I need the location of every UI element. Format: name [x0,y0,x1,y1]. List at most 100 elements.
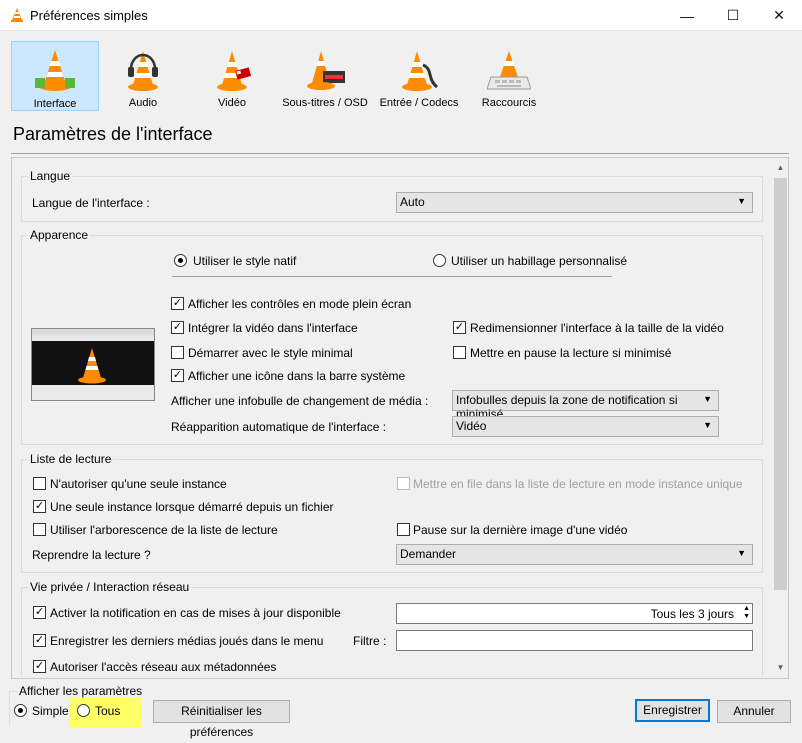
cb-systray-icon-label: Afficher une icône dans la barre système [188,369,406,383]
chevron-down-icon: ▼ [703,420,712,430]
preview-menubar [32,335,154,341]
audio-headphones-cone-icon [128,51,158,91]
panel-title: Paramètres de l'interface [13,124,213,144]
language-value: Auto [400,195,425,209]
chevron-down-icon: ▼ [737,196,746,206]
scrollbar-thumb[interactable] [774,178,787,590]
media-popup-select[interactable]: Infobulles depuis la zone de notificatio… [452,390,719,421]
category-codecs[interactable]: Entrée / Codecs [373,41,465,111]
cb-embed-video[interactable]: ✓ [171,321,184,334]
cancel-button[interactable]: Annuler [717,700,791,723]
filter-input[interactable] [396,630,753,651]
cb-resize-interface-label: Redimensionner l'interface à la taille d… [470,321,724,335]
radio-show-all-label: Tous [95,704,121,718]
resume-playback-label: Reprendre la lecture ? [32,548,151,562]
group-title-apparence: Apparence [28,228,91,242]
category-label: Entrée / Codecs [379,97,459,109]
chevron-down-icon: ▼ [737,548,746,558]
cb-network-metadata[interactable]: ✓ [33,660,46,673]
cb-update-notification-label: Activer la notification en cas de mises … [50,606,341,620]
category-label: Sous-titres / OSD [282,97,368,109]
cb-systray-icon[interactable]: ✓ [171,369,184,382]
cb-one-instance[interactable] [33,477,46,490]
radio-show-simple-label: Simple [32,704,69,718]
radio-show-all[interactable] [77,704,90,717]
cb-pause-minimized[interactable] [453,346,466,359]
category-subtitles[interactable]: Sous-titres / OSD [279,41,371,111]
minimize-icon: — [680,7,694,24]
spinbox-arrows-icon[interactable]: ▲ ▼ [743,605,750,621]
cb-update-notification[interactable]: ✓ [33,606,46,619]
language-label: Langue de l'interface : [32,196,150,210]
minimize-button[interactable]: — [664,0,710,31]
auto-raise-value: Vidéo [456,419,487,433]
category-video[interactable]: Vidéo [188,41,276,111]
close-button[interactable]: ✕ [756,0,802,31]
native-style-preview-image [31,328,155,401]
cb-resize-interface[interactable]: ✓ [453,321,466,334]
vlc-cone-icon [78,348,106,384]
cb-minimal-style-label: Démarrer avec le style minimal [188,346,353,360]
cb-save-recent-media[interactable]: ✓ [33,634,46,647]
category-label: Vidéo [218,97,246,109]
radio-native-label: Utiliser le style natif [193,254,297,268]
divider [11,153,789,154]
radio-custom-skin-label: Utiliser un habillage personnalisé [451,254,628,268]
cb-enqueue-single-instance-label: Mettre en file dans la liste de lecture … [413,477,743,491]
cb-network-metadata-label: Autoriser l'accès réseau aux métadonnées [50,660,277,674]
scroll-up-arrow-icon[interactable]: ▲ [773,160,788,176]
close-icon: ✕ [773,7,785,23]
preview-controls [32,385,154,400]
cb-save-recent-media-label: Enregistrer les derniers médias joués da… [50,634,324,648]
radio-show-simple[interactable] [14,704,27,717]
maximize-icon: ☐ [726,7,740,23]
cb-minimal-style[interactable] [171,346,184,359]
auto-raise-select[interactable]: Vidéo ▼ [452,416,719,437]
reset-preferences-button[interactable]: Réinitialiser les préférences [153,700,290,739]
cb-one-instance-from-file-label: Une seule instance lorsque démarré depui… [50,500,334,514]
category-audio[interactable]: Audio [99,41,187,111]
cb-playlist-tree[interactable] [33,523,46,536]
language-select[interactable]: Auto ▼ [396,192,753,213]
resume-playback-select[interactable]: Demander ▼ [396,544,753,565]
scroll-down-arrow-icon[interactable]: ▼ [773,660,788,676]
save-button[interactable]: Enregistrer [635,699,710,722]
maximize-button[interactable]: ☐ [710,0,756,31]
cb-embed-video-label: Intégrer la vidéo dans l'interface [188,321,358,335]
codecs-cable-cone-icon [402,51,439,91]
cb-pause-last-frame[interactable] [397,523,410,536]
shortcuts-keyboard-cone-icon [487,51,531,90]
cb-playlist-tree-label: Utiliser l'arborescence de la liste de l… [50,523,278,537]
cb-pause-minimized-label: Mettre en pause la lecture si minimisé [470,346,672,360]
radio-native-style[interactable] [174,254,187,267]
category-label: Interface [33,98,77,110]
cb-one-instance-from-file[interactable]: ✓ [33,500,46,513]
category-label: Raccourcis [481,97,537,109]
cb-fullscreen-label: Afficher les contrôles en mode plein écr… [188,297,412,311]
category-shortcuts[interactable]: Raccourcis [465,41,553,111]
group-title-langue: Langue [28,169,73,183]
video-glasses-cone-icon [217,51,252,91]
update-frequency-value: Tous les 3 jours [650,607,734,621]
radio-custom-skin[interactable] [433,254,446,267]
media-popup-label: Afficher une infobulle de changement de … [171,394,429,408]
auto-raise-label: Réapparition automatique de l'interface … [171,420,387,434]
cb-enqueue-single-instance[interactable] [397,477,410,490]
window-title: Préférences simples [30,8,148,23]
category-label: Audio [128,97,158,109]
category-interface[interactable]: Interface [11,41,99,111]
group-title-playlist: Liste de lecture [28,452,114,466]
cb-one-instance-label: N'autoriser qu'une seule instance [50,477,227,491]
divider [172,276,612,277]
show-settings-title: Afficher les paramètres [18,684,144,698]
update-frequency-spinbox[interactable]: Tous les 3 jours ▲ ▼ [396,603,753,624]
vlc-cone-icon [11,8,23,22]
resume-playback-value: Demander [400,547,457,561]
subtitles-cone-icon [307,51,345,90]
cb-pause-last-frame-label: Pause sur la dernière image d'une vidéo [413,523,628,537]
filter-label: Filtre : [353,634,387,648]
group-title-privacy: Vie privée / Interaction réseau [28,580,192,594]
chevron-down-icon: ▼ [703,394,712,404]
cb-fullscreen-controls[interactable]: ✓ [171,297,184,310]
interface-cone-icon [35,50,75,91]
